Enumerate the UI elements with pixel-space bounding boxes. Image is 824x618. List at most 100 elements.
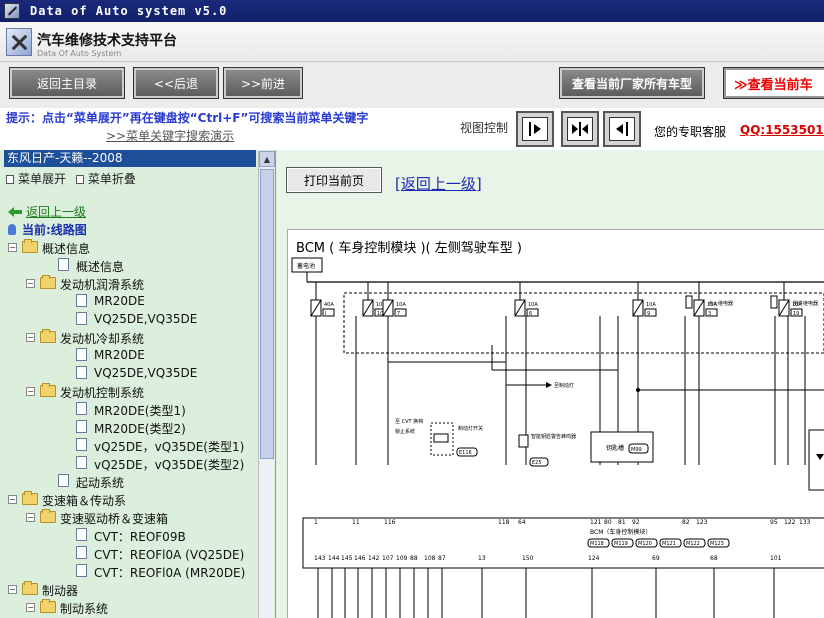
current-model-button[interactable]: ≫查看当前车 [723,67,824,99]
split-arrows-icon [572,122,588,136]
tree-item[interactable]: 起动系统 [0,472,258,490]
bcm-connector: M119 [614,541,628,547]
bcm-connector: M118 [590,541,604,547]
pin-number: 150 [522,555,534,562]
tools-logo-icon [6,28,32,56]
collapse-toggle-icon[interactable]: − [8,585,17,594]
relay-coil [685,295,693,309]
tree-folder[interactable]: − 变速箱＆传动系 [0,490,258,508]
pin-number: 108 [424,555,436,562]
pin-number: 69 [652,555,660,562]
folder-open-icon [22,239,38,253]
tree-item[interactable]: CVT：REOF09B [0,526,258,544]
tree-item[interactable]: MR20DE(类型1) [0,400,258,418]
all-models-button[interactable]: 查看当前厂家所有车型 [559,67,705,99]
collapse-toggle-icon[interactable]: − [26,513,35,522]
pin-number: 95 [770,519,778,526]
window-titlebar: Data of Auto system v5.0 [0,0,824,22]
tree-item[interactable]: 概述信息 [0,256,258,274]
tree-node-label: 发动机润滑系统 [60,278,145,292]
collapse-toggle-icon[interactable]: − [26,279,35,288]
collapse-toggle-icon[interactable]: − [8,495,17,504]
tree-item[interactable]: vQ25DE，vQ35DE(类型1) [0,436,258,454]
folder-open-icon [40,275,56,289]
pin-number: 143 [314,555,326,562]
split-view-button[interactable] [561,111,599,147]
tree-folder[interactable]: − 制动系统 [0,598,258,616]
expand-left-button[interactable] [603,111,641,147]
fuse-number: I [325,311,326,317]
tree-folder[interactable]: − 发动机控制系统 [0,382,258,400]
collapse-toggle-icon[interactable]: − [26,603,35,612]
window-title: Data of Auto system v5.0 [30,4,228,18]
pin-number: 13 [478,555,486,562]
collapse-toggle-icon[interactable]: − [26,333,35,342]
tree-item[interactable]: MR20DE [0,346,258,364]
tree-item[interactable]: MR20DE(类型2) [0,418,258,436]
pin-number: 88 [410,555,418,562]
collapse-toggle-icon[interactable]: − [8,243,17,252]
tree-node-label: MR20DE(类型1) [94,404,186,418]
sidebar-back-link[interactable]: 返回上一级 [8,203,86,220]
document-icon [76,456,87,469]
document-icon [76,546,87,559]
pin-number: 116 [384,519,396,526]
print-button[interactable]: 打印当前页 [286,167,382,193]
bcm-connector: M121 [662,541,676,547]
expand-right-button[interactable] [516,111,554,147]
battery-label: 蓄电池 [297,262,315,270]
back-button[interactable]: <<后退 [133,67,219,99]
tree-folder[interactable]: − 发动机润滑系统 [0,274,258,292]
document-icon [58,258,69,271]
menu-collapse-button[interactable]: 菜单折叠 [75,172,136,186]
folder-open-icon [40,599,56,613]
tree-node-label: 制动系统 [60,602,109,616]
tree-folder[interactable]: − 变速驱动桥＆变速箱 [0,508,258,526]
pin-number: 144 [328,555,340,562]
brake-switch [433,433,449,443]
bcm-connector: M120 [638,541,652,547]
pin-number: 101 [770,555,782,562]
pin-number: 11 [352,519,360,526]
pin-number: 146 [354,555,366,562]
tree-node-label: MR20DE [94,294,145,308]
key-slot-connector: M99 [631,447,642,453]
pin-number: 1 [314,519,318,526]
tree-item[interactable]: VQ25DE,VQ35DE [0,364,258,382]
menu-expand-button[interactable]: 菜单展开 [6,172,66,186]
tree-item[interactable]: CVT：REOFl0A (MR20DE) [0,562,258,580]
pin-number: 121 [590,519,602,526]
bcm-label: BCM（车身控制模块） [590,528,651,536]
tree-item[interactable]: CVT：REOFl0A (VQ25DE) [0,544,258,562]
tree-item[interactable]: VQ25DE,VQ35DE [0,310,258,328]
support-qq-link[interactable]: QQ:155350138 [740,123,824,137]
tree-node-label: MR20DE(类型2) [94,422,186,436]
pin-number: 109 [396,555,408,562]
tree-folder[interactable]: − 发动机冷却系统 [0,328,258,346]
tree-folder[interactable]: − 制动器 [0,580,258,598]
scroll-up-icon[interactable]: ▲ [259,151,275,167]
fuse-number: 9 [647,311,650,317]
tree-node-label: CVT：REOF09B [94,530,186,544]
document-icon [76,294,87,307]
tree-item[interactable]: vQ25DE，vQ35DE(类型2) [0,454,258,472]
buzzer [518,434,529,448]
tree-node-label: CVT：REOFl0A (VQ25DE) [94,548,245,562]
sidebar-scrollbar[interactable]: ▲ [258,151,275,618]
cvt-label: 锁止系统 [395,428,415,435]
document-icon [76,312,87,325]
scroll-thumb[interactable] [260,169,274,459]
nav-toolbar: 返回主目录 <<后退 >>前进 查看当前厂家所有车型 ≫查看当前车 [0,62,824,108]
arrow-right-icon [529,122,541,136]
content-back-link[interactable]: [返回上一级] [395,173,482,194]
forward-button[interactable]: >>前进 [223,67,303,99]
tree-item[interactable]: MR20DE [0,292,258,310]
home-button[interactable]: 返回主目录 [9,67,125,99]
fuse-number: 6 [529,311,532,317]
collapse-toggle-icon[interactable]: − [26,387,35,396]
search-demo-link[interactable]: >>菜单关键字搜索演示 [106,127,234,144]
app-header: 汽车维修技术支持平台 Data Of Auto System [0,22,824,62]
tree-node-label: 变速箱＆传动系 [42,494,127,508]
tree-folder[interactable]: − 概述信息 [0,238,258,256]
menu-tree: − 概述信息 概述信息 − 发动机润滑系统 MR20DE VQ25DE,VQ35DE − 发动机… [0,238,258,616]
